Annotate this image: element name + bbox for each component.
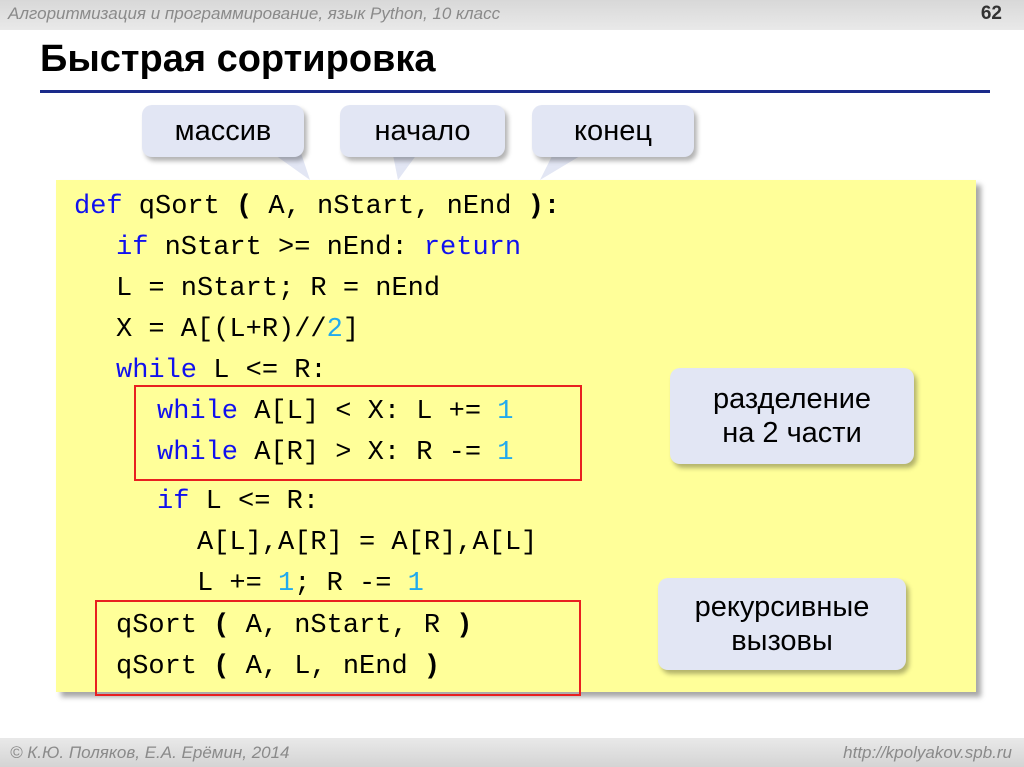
callout-recursive: рекурсивные вызовы — [658, 578, 906, 670]
code-line-def: def qSort ( A, nStart, nEnd ): — [74, 192, 561, 222]
code-line-if-swap: if L <= R: — [157, 487, 320, 517]
title-underline — [40, 90, 990, 93]
code-line-swap: A[L],A[R] = A[R],A[L] — [197, 528, 538, 558]
footer-bar: © К.Ю. Поляков, Е.А. Ерёмин, 2014 http:/… — [0, 738, 1024, 767]
course-title: Алгоритмизация и программирование, язык … — [8, 4, 501, 23]
callout-partition: разделение на 2 части — [670, 368, 914, 464]
code-line-while-left: while A[L] < X: L += 1 — [157, 397, 514, 427]
code-line-if-return: if nStart >= nEnd: return — [116, 233, 522, 263]
footer-author: © К.Ю. Поляков, Е.А. Ерёмин, 2014 — [10, 743, 290, 762]
callout-start: начало — [340, 105, 505, 157]
footer-url[interactable]: http://kpolyakov.spb.ru — [843, 743, 1012, 763]
code-line-recursive-right: qSort ( A, L, nEnd ) — [116, 652, 441, 682]
code-line-pivot: X = A[(L+R)//2] — [116, 315, 360, 345]
code-line-recursive-left: qSort ( A, nStart, R ) — [116, 611, 473, 641]
code-line-assign: L = nStart; R = nEnd — [116, 274, 441, 304]
callout-array: массив — [142, 105, 304, 157]
header-bar: Алгоритмизация и программирование, язык … — [0, 0, 1024, 30]
callout-end: конец — [532, 105, 694, 157]
slide-title: Быстрая сортировка — [40, 38, 436, 80]
code-line-while-right: while A[R] > X: R -= 1 — [157, 438, 514, 468]
code-line-increment: L += 1; R -= 1 — [197, 569, 424, 599]
page-number: 62 — [980, 3, 1002, 24]
